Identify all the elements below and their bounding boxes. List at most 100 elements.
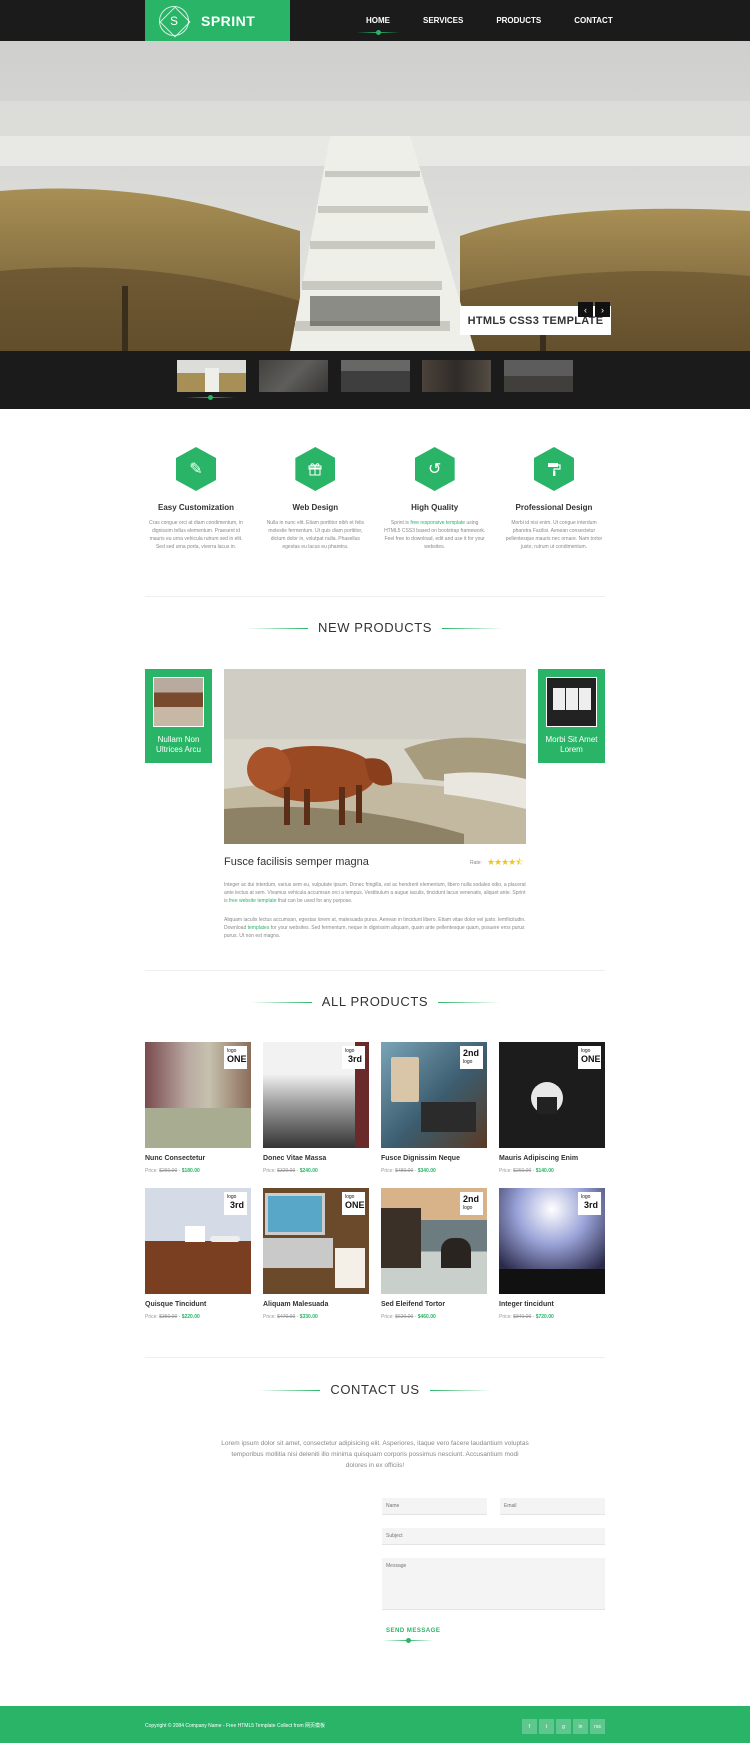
product-badge: logo ONE [342,1192,365,1215]
thumb-indicator-dot [208,395,213,400]
thumbnail[interactable] [422,360,491,392]
nav-products[interactable]: PRODUCTS [496,0,541,41]
product-price: Price: $320.00 - $240.00 [263,1168,318,1174]
products-grid: logo ONE Nunc Consectetur Price: $260.00 … [145,1042,605,1334]
product-price: Price: $620.00 - $460.00 [381,1314,436,1320]
product-image: logo 3rd [263,1042,369,1148]
nav-contact[interactable]: CONTACT [574,0,613,41]
contact-intro: Lorem ipsum dolor sit amet, consectetur … [221,1440,529,1469]
feature-item: ↺ High Quality Sprint is free responsive… [384,447,486,551]
feature-text: Sprint is free responsive template using… [384,520,486,550]
google-icon[interactable]: g [556,1719,571,1734]
product-name: Quisque Tincidunt [145,1301,207,1308]
message-field[interactable] [382,1558,605,1610]
product-name: Fusce Dignissim Neque [381,1155,460,1162]
rating-stars-icon: ★★★★⯪ [486,857,524,867]
copyright-text: Copyright © 2084 Company Name - Free HTM… [145,1723,326,1729]
product-image: logo 3rd [145,1188,251,1294]
thumbnail[interactable] [259,360,328,392]
product-image: 2nd logo [381,1042,487,1148]
site-header: S SPRINT HOME SERVICES PRODUCTS CONTACT [0,0,750,41]
product-price: Price: $480.00 - $340.00 [381,1168,436,1174]
product-badge: logo 3rd [224,1192,247,1215]
gift-icon [295,447,336,491]
send-message-button[interactable]: SEND MESSAGE [386,1628,440,1634]
feature-title: Web Design [292,503,339,512]
product-rating: Rate: ★★★★⯪ [470,855,524,871]
product-image: 2nd logo [381,1188,487,1294]
new-products-heading: NEW PRODUCTS [0,620,750,635]
product-badge: logo 3rd [342,1046,365,1069]
name-field[interactable] [382,1498,487,1515]
product-name: Nunc Consectetur [145,1155,206,1162]
featured-product-image [224,669,526,844]
divider [145,596,605,597]
nav-home[interactable]: HOME [356,0,400,41]
next-product-card[interactable]: Morbi Sit Amet Lorem [538,669,605,763]
paint-roller-icon [533,447,574,491]
contact-heading: CONTACT US [0,1382,750,1397]
product-card[interactable]: logo 3rd Quisque Tincidunt Price: $350.00… [145,1188,251,1334]
divider [145,1357,605,1358]
product-price: Price: $470.00 - $330.00 [263,1314,318,1320]
social-links: f t g in rss [522,1719,605,1734]
product-card[interactable]: logo ONE Mauris Adipiscing Enim Price: $2… [499,1042,605,1188]
product-name: Donec Vitae Massa [263,1155,327,1162]
product-card[interactable]: 2nd logo Sed Eleifend Tortor Price: $620.… [381,1188,487,1334]
template-link[interactable]: free website template [229,898,277,904]
slider-next-button[interactable]: › [595,302,610,317]
feature-title: Easy Customization [157,503,234,512]
product-price: Price: $260.00 - $180.00 [145,1168,200,1174]
product-image: logo 3rd [499,1188,605,1294]
prev-product-image [153,677,204,727]
product-description: Aliquam iaculis lectus accumsan, egestas… [224,917,526,939]
prev-product-card[interactable]: Nullam Non Ultrices Arcu [145,669,212,763]
product-badge: logo ONE [224,1046,247,1069]
features-row: ✎ Easy Customization Cras congue orci at… [145,447,605,551]
site-footer: Copyright © 2084 Company Name - Free HTM… [0,1706,750,1743]
product-price: Price: $350.00 - $220.00 [145,1314,200,1320]
main-nav: HOME SERVICES PRODUCTS CONTACT [356,0,646,41]
hero-image [0,41,750,351]
subject-field[interactable] [382,1528,605,1545]
product-card[interactable]: logo 3rd Donec Vitae Massa Price: $320.00… [263,1042,369,1188]
product-image: logo ONE [499,1042,605,1148]
product-name: Sed Eleifend Tortor [381,1301,446,1308]
product-badge: logo ONE [578,1046,601,1069]
pencil-icon: ✎ [176,447,216,491]
product-price: Price: $260.00 - $140.00 [499,1168,554,1174]
thumbnail[interactable] [504,360,573,392]
product-card[interactable]: logo 3rd Integer tincidunt Price: $840.00… [499,1188,605,1334]
rss-icon[interactable]: rss [590,1719,605,1734]
nav-services[interactable]: SERVICES [423,0,463,41]
product-image: logo ONE [145,1042,251,1148]
product-card[interactable]: 2nd logo Fusce Dignissim Neque Price: $48… [381,1042,487,1188]
product-name: Integer tincidunt [499,1301,554,1308]
divider [145,970,605,971]
feature-text: Nulla in nunc elit. Etiam porttitor nibh… [266,520,364,550]
logo-text: SPRINT [201,12,256,29]
logo-mark-icon: S [159,5,189,36]
template-link[interactable]: free responsive template [410,520,465,526]
all-products-heading: ALL PRODUCTS [0,994,750,1009]
thumbnail[interactable] [177,360,246,392]
product-badge: logo 3rd [578,1192,601,1215]
send-dot [406,1638,411,1643]
logo-letter: S [159,5,189,36]
facebook-icon[interactable]: f [522,1719,537,1734]
thumbnail[interactable] [341,360,410,392]
product-name: Aliquam Malesuada [263,1301,329,1308]
next-product-title: Morbi Sit Amet Lorem [545,735,598,754]
email-field[interactable] [500,1498,605,1515]
site-logo[interactable]: S SPRINT [145,0,290,41]
twitter-icon[interactable]: t [539,1719,554,1734]
templates-link[interactable]: templates [248,925,270,931]
product-card[interactable]: logo ONE Aliquam Malesuada Price: $470.00… [263,1188,369,1334]
linkedin-icon[interactable]: in [573,1719,588,1734]
featured-product-title: Fusce facilisis semper magna [224,856,369,868]
feature-item: Web Design Nulla in nunc elit. Etiam por… [264,447,366,551]
slider-prev-button[interactable]: ‹ [578,302,593,317]
next-product-image [546,677,597,727]
product-card[interactable]: logo ONE Nunc Consectetur Price: $260.00 … [145,1042,251,1188]
feature-text: Cras congue orci at diam condimentum, in… [149,520,243,550]
